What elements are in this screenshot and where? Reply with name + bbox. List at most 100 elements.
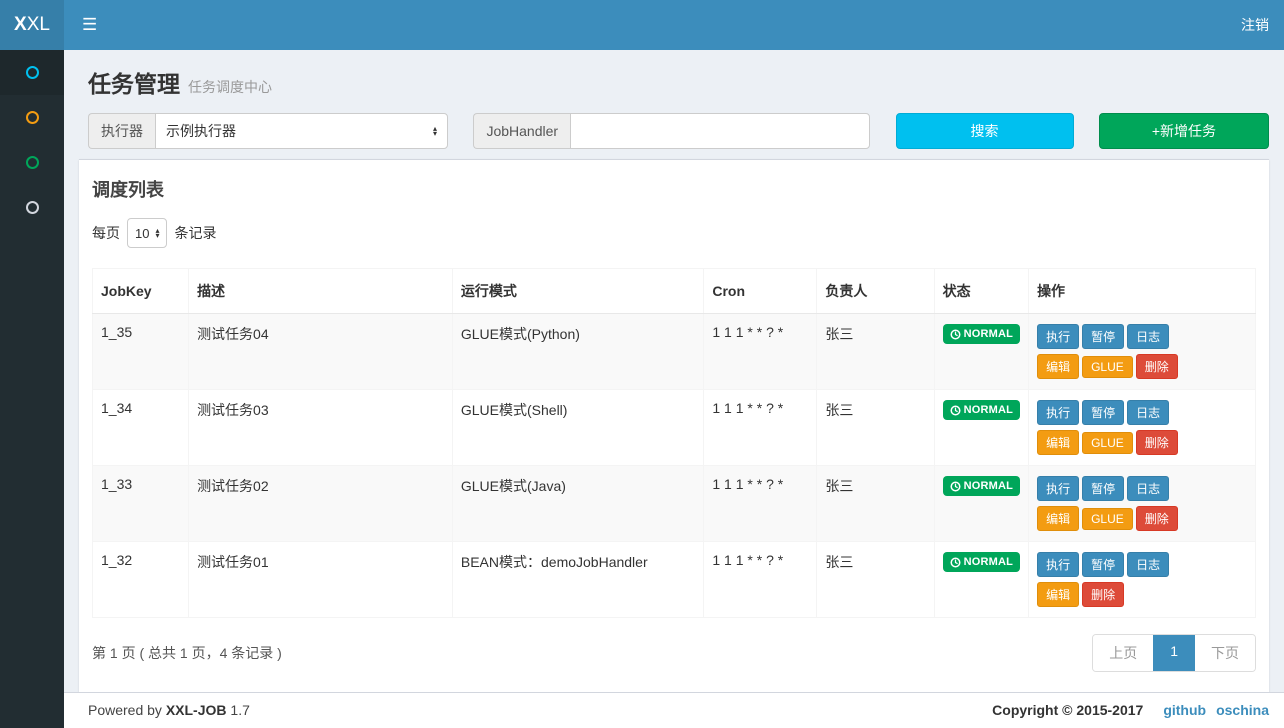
cell-owner: 张三 [816, 313, 935, 390]
sidebar-item-1[interactable] [0, 50, 64, 95]
status-label: NORMAL [963, 556, 1014, 568]
page-subtitle: 任务调度中心 [188, 79, 272, 95]
cell-jobkey: 1_34 [91, 389, 190, 466]
cell-mode: GLUE模式(Shell) [451, 389, 705, 466]
action-button[interactable]: 执行 [1037, 324, 1080, 349]
job-table: JobKey 描述 运行模式 Cron 负责人 状态 操作 1_35 测试任务04 GLUE模式… [91, 268, 1256, 618]
pagination-next-button[interactable]: 下页 [1195, 635, 1255, 671]
cell-jobkey: 1_33 [91, 465, 190, 542]
action-button[interactable]: 暂停 [1082, 324, 1125, 349]
sidebar-item-4[interactable] [0, 185, 64, 230]
page-size-prefix: 每页 [92, 225, 120, 241]
cell-status: NORMAL [933, 465, 1030, 542]
action-button-row: 编辑 GLUE 删除 [1037, 430, 1247, 455]
circle-icon [25, 156, 39, 169]
cell-status: NORMAL [933, 541, 1030, 618]
logout-link[interactable]: 注销 [1226, 0, 1284, 50]
github-link[interactable]: github [1163, 702, 1206, 718]
cell-owner: 张三 [816, 465, 935, 542]
table-footer: 第 1 页 ( 总共 1 页，4 条记录 ) 上页 1 下页 [92, 618, 1256, 682]
pagination-prev-button[interactable]: 上页 [1093, 635, 1154, 671]
action-button[interactable]: GLUE [1082, 356, 1133, 378]
jobhandler-label: JobHandler [473, 113, 571, 149]
action-button[interactable]: GLUE [1082, 432, 1133, 454]
page-size-select[interactable]: 10 ▴ ▾ [127, 218, 168, 248]
pagination-summary: 第 1 页 ( 总共 1 页，4 条记录 ) [92, 645, 282, 661]
sidebar-toggle-icon[interactable]: ☰ [64, 0, 115, 50]
action-button[interactable]: 删除 [1135, 354, 1178, 379]
action-button[interactable]: 编辑 [1037, 506, 1080, 531]
clock-icon [950, 328, 961, 340]
footer-links: github oschina [1153, 702, 1269, 718]
action-button[interactable]: 暂停 [1082, 476, 1125, 501]
cell-owner: 张三 [816, 541, 935, 618]
cell-mode: GLUE模式(Python) [451, 313, 705, 390]
sidebar-item-3[interactable] [0, 140, 64, 185]
logo-text: XL [26, 14, 50, 35]
powered-by-text: Powered by XXL-JOB 1.7 [88, 702, 250, 718]
action-button[interactable]: GLUE [1082, 508, 1133, 530]
circle-icon [25, 66, 39, 79]
search-button[interactable]: 搜索 [895, 113, 1074, 149]
action-button[interactable]: 日志 [1127, 476, 1170, 501]
cell-owner: 张三 [816, 389, 935, 466]
status-label: NORMAL [963, 328, 1014, 340]
add-job-button[interactable]: +新增任务 [1098, 113, 1269, 149]
action-button[interactable]: 编辑 [1037, 430, 1080, 455]
brand-name: XXL-JOB [165, 702, 227, 718]
cell-desc: 测试任务02 [188, 465, 453, 542]
action-button[interactable]: 执行 [1037, 552, 1080, 577]
page-size-control: 每页 10 ▴ ▾ 条记录 [92, 218, 1256, 248]
logo-text-bold: X [14, 14, 27, 35]
action-button-row: 执行 暂停 日志 [1037, 400, 1247, 425]
executor-label: 执行器 [88, 113, 155, 149]
page-size-suffix: 条记录 [174, 225, 217, 241]
table-row: 1_34 测试任务03 GLUE模式(Shell) 1 1 1 * * ? * 张三 NO… [91, 389, 1256, 466]
action-button[interactable]: 日志 [1127, 324, 1170, 349]
status-label: NORMAL [963, 480, 1014, 492]
action-button[interactable]: 暂停 [1082, 400, 1125, 425]
jobhandler-input[interactable] [570, 113, 871, 149]
table-row: 1_35 测试任务04 GLUE模式(Python) 1 1 1 * * ? * 张三 N… [91, 313, 1256, 390]
cell-status: NORMAL [933, 313, 1030, 390]
action-button[interactable]: 编辑 [1037, 582, 1080, 607]
status-badge: NORMAL [942, 324, 1021, 344]
page-footer: Powered by XXL-JOB 1.7 Copyright © 2015-… [64, 692, 1284, 728]
executor-filter-group: 执行器 示例执行器 ▴ ▾ [88, 113, 448, 149]
column-header: 运行模式 [451, 268, 705, 314]
page-title: 任务管理 [88, 71, 180, 97]
copyright-text: Copyright © 2015-2017 github oschina [992, 702, 1269, 728]
copyright-years: Copyright © 2015-2017 [992, 702, 1144, 718]
app-logo[interactable]: X XL [0, 0, 64, 50]
cell-cron: 1 1 1 * * ? * [703, 313, 818, 390]
action-button[interactable]: 日志 [1127, 400, 1170, 425]
oschina-link[interactable]: oschina [1216, 702, 1269, 718]
status-label: NORMAL [963, 404, 1014, 416]
select-arrows-icon: ▴ ▾ [155, 226, 160, 240]
pagination-current-page[interactable]: 1 [1153, 635, 1195, 671]
jobhandler-filter-group: JobHandler [473, 113, 871, 149]
action-button[interactable]: 执行 [1037, 400, 1080, 425]
action-button-row: 执行 暂停 日志 [1037, 324, 1247, 349]
action-button[interactable]: 删除 [1082, 582, 1125, 607]
cell-jobkey: 1_35 [91, 313, 190, 390]
action-button[interactable]: 删除 [1135, 430, 1178, 455]
action-button[interactable]: 日志 [1127, 552, 1170, 577]
action-button[interactable]: 暂停 [1082, 552, 1125, 577]
column-header: 操作 [1028, 268, 1256, 314]
page-size-value: 10 [135, 225, 150, 241]
action-button[interactable]: 删除 [1135, 506, 1178, 531]
action-button[interactable]: 执行 [1037, 476, 1080, 501]
cell-desc: 测试任务03 [188, 389, 453, 466]
clock-icon [950, 556, 961, 568]
cell-actions: 执行 暂停 日志 编辑 GLUE 删除 [1028, 389, 1256, 466]
action-button-row: 执行 暂停 日志 [1037, 476, 1247, 501]
cell-status: NORMAL [933, 389, 1030, 466]
table-body: 1_35 测试任务04 GLUE模式(Python) 1 1 1 * * ? * 张三 N… [91, 313, 1256, 618]
sidebar-item-2[interactable] [0, 95, 64, 140]
circle-icon [25, 111, 39, 124]
action-button[interactable]: 编辑 [1037, 354, 1080, 379]
executor-select[interactable]: 示例执行器 ▴ ▾ [155, 113, 448, 149]
select-arrows-icon: ▴ ▾ [432, 124, 437, 138]
action-button-row: 编辑 GLUE 删除 [1037, 354, 1247, 379]
